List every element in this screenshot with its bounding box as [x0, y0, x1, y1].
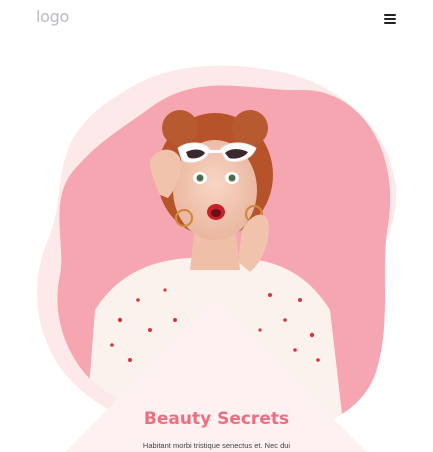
header: logo: [0, 0, 433, 38]
hero-subtext: Habitant morbi tristique senectus et. Ne…: [142, 441, 291, 450]
hero-heading: Beauty Secrets: [143, 409, 290, 429]
page: logo Beauty Secrets Habitant morbi trist…: [0, 0, 433, 452]
logo[interactable]: logo: [36, 7, 69, 26]
hero-content: Beauty Secrets Habitant morbi tristique …: [0, 405, 433, 450]
hero-illustration: [37, 65, 397, 452]
hamburger-menu-icon[interactable]: [384, 13, 398, 25]
